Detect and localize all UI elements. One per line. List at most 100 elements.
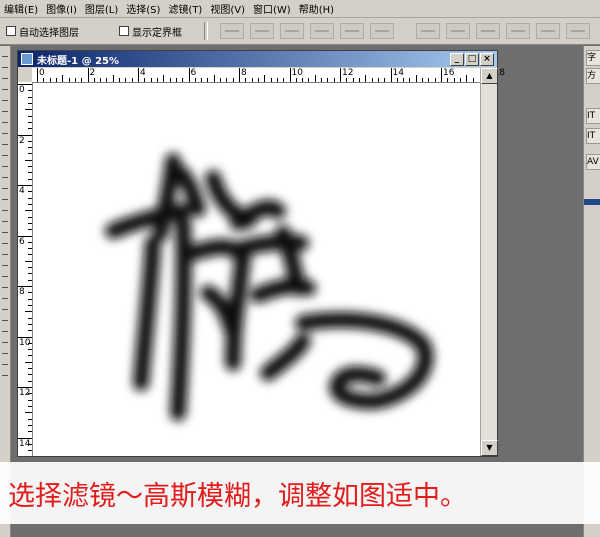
tool-icon[interactable] [2, 122, 8, 123]
ruler-minor-tick [28, 172, 32, 174]
close-button[interactable]: × [480, 52, 494, 66]
tool-icon[interactable] [2, 177, 8, 178]
tool-icon[interactable] [2, 342, 8, 343]
tool-icon[interactable] [2, 78, 8, 79]
tool-icon[interactable] [2, 320, 8, 321]
tool-icon[interactable] [2, 353, 8, 354]
distribute-vcenter-icon[interactable] [446, 23, 470, 39]
ruler-label: 16 [443, 68, 455, 78]
scroll-up-icon[interactable]: ▲ [481, 68, 498, 84]
vertical-scrollbar[interactable]: ▲ ▼ [480, 68, 498, 456]
menu-item[interactable]: 滤镜(T) [164, 1, 206, 16]
tool-icon[interactable] [2, 100, 8, 101]
menu-item[interactable]: 窗口(W) [249, 1, 295, 16]
menu-item[interactable]: 编辑(E) [0, 1, 42, 16]
panel-tab-kerning[interactable]: AV [586, 154, 600, 170]
tool-icon[interactable] [2, 133, 8, 134]
panel-tab-horizontal-scale[interactable]: IT [586, 128, 600, 144]
ruler-minor-tick [119, 78, 121, 82]
distribute-hcenter-icon[interactable] [536, 23, 560, 39]
ruler-minor-tick [28, 418, 32, 420]
ruler-minor-tick [93, 78, 95, 82]
ruler-origin[interactable] [18, 68, 33, 83]
tool-icon[interactable] [2, 375, 8, 376]
tool-icon[interactable] [2, 298, 8, 299]
auto-select-layer-checkbox[interactable]: 自动选择图层 [6, 24, 79, 39]
tool-icon[interactable] [2, 67, 8, 68]
tool-icon[interactable] [2, 309, 8, 310]
align-top-icon[interactable] [220, 23, 244, 39]
document-canvas[interactable] [33, 83, 480, 456]
panel-tab-character[interactable]: 字 [586, 50, 600, 66]
ruler-tick [441, 68, 442, 82]
distribute-right-icon[interactable] [566, 23, 590, 39]
tool-icon[interactable] [2, 144, 8, 145]
distribute-left-icon[interactable] [506, 23, 530, 39]
align-vcenter-icon[interactable] [250, 23, 274, 39]
tool-icon[interactable] [2, 364, 8, 365]
ruler-minor-tick [384, 78, 386, 82]
menu-item[interactable]: 帮助(H) [295, 1, 338, 16]
menu-item[interactable]: 图层(L) [81, 1, 122, 16]
tool-icon[interactable] [2, 287, 8, 288]
tool-icon[interactable] [2, 265, 8, 266]
ruler-tick [18, 437, 32, 439]
panel-tab-vertical-scale[interactable]: IT [586, 108, 600, 124]
show-bounding-box-label: 显示定界框 [132, 27, 182, 39]
ruler-minor-tick [321, 78, 323, 82]
panel-tab-paragraph[interactable]: 方 [586, 68, 600, 84]
ruler-minor-tick [396, 78, 398, 82]
ruler-minor-tick [25, 210, 32, 212]
ruler-minor-tick [28, 279, 32, 281]
document-titlebar[interactable]: 未标题-1 @ 25% _ □ × [18, 51, 497, 67]
ruler-minor-tick [403, 78, 405, 82]
ruler-minor-tick [213, 75, 215, 82]
ruler-minor-tick [150, 78, 152, 82]
ruler-vertical[interactable]: 0 2 4 6 8 10 12 14 [18, 82, 33, 456]
minimize-button[interactable]: _ [450, 52, 464, 66]
scroll-down-icon[interactable]: ▼ [481, 440, 498, 456]
ruler-minor-tick [28, 342, 32, 344]
ruler-minor-tick [28, 128, 32, 130]
ruler-minor-tick [276, 78, 278, 82]
ruler-minor-tick [333, 78, 335, 82]
checkbox-box[interactable] [119, 26, 129, 36]
tool-icon[interactable] [2, 210, 8, 211]
ruler-minor-tick [28, 380, 32, 382]
maximize-button[interactable]: □ [465, 52, 479, 66]
ruler-tick [188, 68, 190, 82]
ruler-label: 0 [19, 85, 25, 95]
ruler-minor-tick [371, 78, 373, 82]
ruler-minor-tick [28, 292, 32, 294]
tool-icon[interactable] [2, 221, 8, 222]
align-hcenter-icon[interactable] [340, 23, 364, 39]
align-bottom-icon[interactable] [280, 23, 304, 39]
tool-icon[interactable] [2, 232, 8, 233]
ruler-label: 12 [342, 68, 354, 78]
ruler-minor-tick [28, 121, 32, 123]
ruler-minor-tick [28, 374, 32, 376]
tool-icon[interactable] [2, 254, 8, 255]
ruler-minor-tick [314, 75, 316, 82]
tool-icon[interactable] [2, 243, 8, 244]
ruler-horizontal[interactable]: 0 2 4 6 8 10 12 14 16 18 [32, 68, 505, 83]
tool-icon[interactable] [2, 188, 8, 189]
tool-icon[interactable] [2, 276, 8, 277]
align-left-icon[interactable] [310, 23, 334, 39]
ruler-minor-tick [365, 75, 367, 82]
menu-item[interactable]: 图像(I) [42, 1, 81, 16]
distribute-bottom-icon[interactable] [476, 23, 500, 39]
tool-icon[interactable] [2, 199, 8, 200]
tool-icon[interactable] [2, 56, 8, 57]
tool-icon[interactable] [2, 166, 8, 167]
tool-icon[interactable] [2, 111, 8, 112]
distribute-top-icon[interactable] [416, 23, 440, 39]
align-right-icon[interactable] [370, 23, 394, 39]
tool-icon[interactable] [2, 155, 8, 156]
menu-item[interactable]: 视图(V) [206, 1, 249, 16]
tool-icon[interactable] [2, 89, 8, 90]
checkbox-box[interactable] [6, 26, 16, 36]
menu-item[interactable]: 选择(S) [122, 1, 164, 16]
tool-icon[interactable] [2, 331, 8, 332]
show-bounding-box-checkbox[interactable]: 显示定界框 [119, 24, 182, 39]
